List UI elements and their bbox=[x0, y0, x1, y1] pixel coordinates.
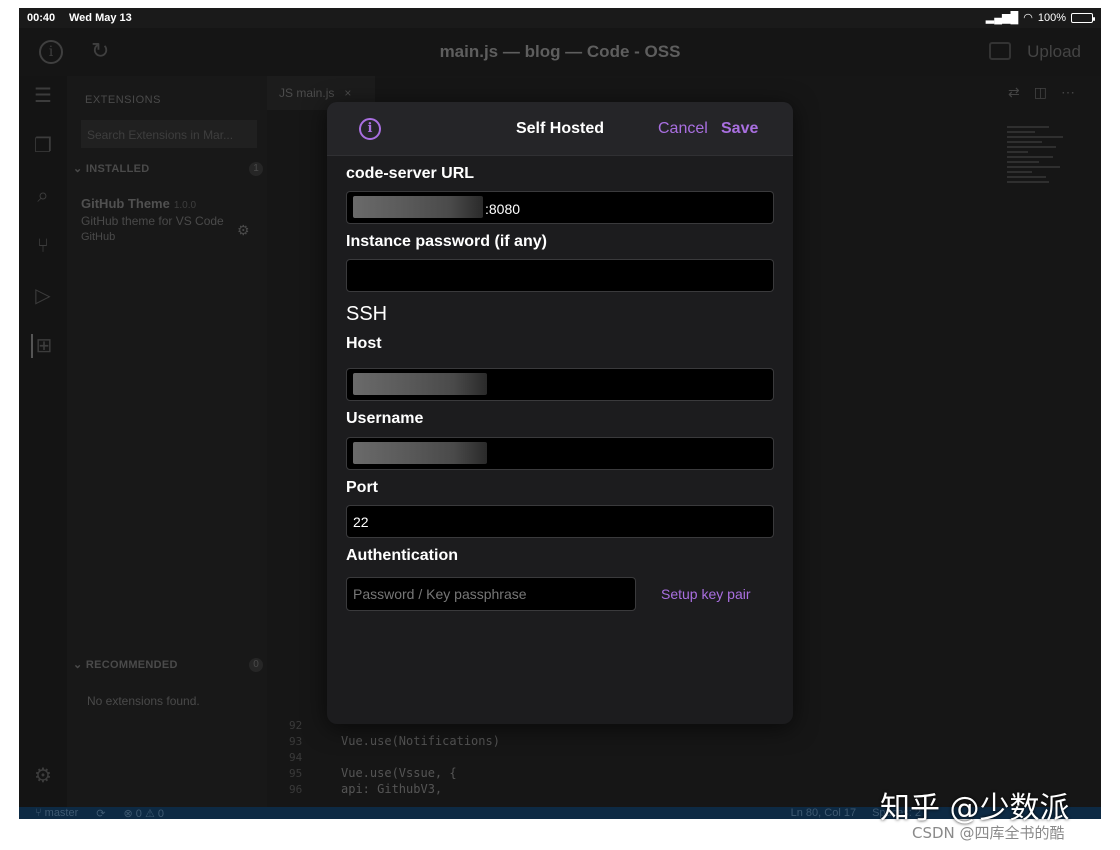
activity-bar: ☰ ❐ ⌕ ⑂ ▷ ⊞ ⚙ bbox=[19, 76, 67, 807]
url-label: code-server URL bbox=[346, 165, 475, 182]
line-numbers: 92 93 94 95 96 bbox=[289, 719, 303, 796]
redacted-host bbox=[353, 196, 483, 219]
upload-icon[interactable] bbox=[989, 42, 1011, 60]
battery-percent: 100% bbox=[1037, 11, 1066, 24]
app-titlebar: i ↻ main.js — blog — Code - OSS Upload bbox=[19, 28, 1101, 76]
window-title: main.js — blog — Code - OSS bbox=[439, 42, 681, 61]
branch-indicator[interactable]: ⑂ master bbox=[35, 807, 78, 819]
extensions-sidebar: EXTENSIONS Search Extensions in Mar... ⌄… bbox=[67, 76, 267, 807]
recommended-count-badge: 0 bbox=[249, 658, 263, 672]
authentication-label: Authentication bbox=[346, 547, 458, 564]
username-field[interactable] bbox=[346, 437, 774, 470]
save-button[interactable]: Save bbox=[721, 120, 758, 138]
battery-icon bbox=[1071, 12, 1095, 23]
redacted-host bbox=[353, 373, 487, 396]
cancel-button[interactable]: Cancel bbox=[658, 120, 708, 138]
code-line: Vue.use(Notifications) bbox=[341, 734, 500, 748]
editor-actions[interactable]: ⇄◫⋯ bbox=[1008, 84, 1089, 101]
dialog-navbar: i Self Hosted Cancel Save bbox=[327, 102, 793, 156]
status-right: ▂▄▆█ ◠ 100% bbox=[985, 11, 1095, 24]
extension-gear-icon[interactable]: ⚙ bbox=[237, 222, 250, 239]
host-label: Host bbox=[346, 335, 382, 352]
installed-count-badge: 1 bbox=[249, 162, 263, 176]
settings-gear-icon[interactable]: ⚙ bbox=[31, 764, 55, 788]
host-field[interactable] bbox=[346, 368, 774, 401]
extension-item-description: GitHub theme for VS Code bbox=[81, 214, 224, 228]
self-hosted-dialog: i Self Hosted Cancel Save code-server UR… bbox=[327, 102, 793, 724]
upload-button[interactable]: Upload bbox=[1027, 42, 1081, 62]
username-label: Username bbox=[346, 410, 424, 427]
extensions-search-input[interactable]: Search Extensions in Mar... bbox=[81, 120, 257, 148]
signal-icon: ▂▄▆█ bbox=[985, 12, 1019, 24]
code-server-url-field[interactable]: :8080 bbox=[346, 191, 774, 224]
recommended-section-header[interactable]: ⌄ RECOMMENDED bbox=[73, 658, 178, 671]
installed-section-header[interactable]: ⌄ INSTALLED bbox=[73, 162, 149, 175]
key-passphrase-field[interactable]: Password / Key passphrase bbox=[346, 577, 636, 611]
search-icon[interactable]: ⌕ bbox=[31, 184, 55, 208]
status-time: 00:40 bbox=[27, 12, 56, 24]
sidebar-header: EXTENSIONS bbox=[85, 94, 161, 106]
minimap[interactable] bbox=[1007, 126, 1077, 356]
port-label: Port bbox=[346, 479, 378, 496]
cursor-position[interactable]: Ln 80, Col 17 bbox=[791, 807, 856, 819]
wifi-icon: ◠ bbox=[1023, 12, 1033, 24]
status-date: Wed May 13 bbox=[69, 12, 132, 24]
csdn-credit: CSDN @四库全书的酷 bbox=[912, 824, 1065, 842]
source-control-icon[interactable]: ⑂ bbox=[31, 234, 55, 258]
extension-item-publisher: GitHub bbox=[81, 231, 116, 243]
port-field[interactable]: 22 bbox=[346, 505, 774, 538]
redacted-username bbox=[353, 442, 487, 465]
problems-indicator[interactable]: ⊗ 0 ⚠ 0 bbox=[124, 807, 164, 819]
ssh-section-header: SSH bbox=[346, 303, 388, 325]
extension-item-name[interactable]: GitHub Theme 1.0.0 bbox=[81, 196, 196, 211]
code-line: Vue.use(Vssue, { bbox=[341, 766, 457, 780]
ipad-screen: 00:40 Wed May 13 ▂▄▆█ ◠ 100% i ↻ main.js… bbox=[19, 8, 1101, 819]
menu-icon[interactable]: ☰ bbox=[31, 84, 55, 108]
code-line: api: GithubV3, bbox=[341, 782, 443, 796]
password-label: Instance password (if any) bbox=[346, 233, 547, 250]
run-debug-icon[interactable]: ▷ bbox=[31, 284, 55, 308]
setup-key-pair-button[interactable]: Setup key pair bbox=[661, 586, 751, 602]
sync-icon[interactable]: ⟳ bbox=[96, 807, 105, 819]
ios-status-bar: 00:40 Wed May 13 ▂▄▆█ ◠ 100% bbox=[19, 8, 1101, 28]
zhihu-watermark: 知乎 @少数派 bbox=[880, 791, 1070, 826]
instance-password-field[interactable] bbox=[346, 259, 774, 292]
extensions-icon[interactable]: ⊞ bbox=[31, 334, 55, 358]
no-extensions-text: No extensions found. bbox=[87, 694, 200, 708]
explorer-icon[interactable]: ❐ bbox=[31, 134, 55, 158]
